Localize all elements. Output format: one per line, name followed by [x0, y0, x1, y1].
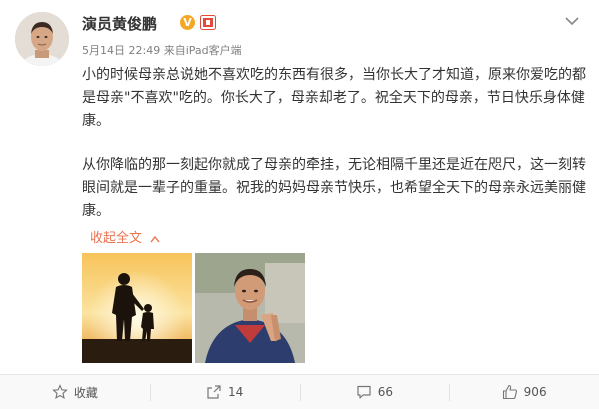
repost-count: 14 [227, 385, 244, 399]
collapse-label: 收起全文 [90, 231, 143, 246]
post-source[interactable]: iPad客户端 [186, 44, 242, 57]
post-image-1[interactable] [82, 253, 192, 363]
post-text: 小的时候母亲总说她不喜欢吃的东西有很多，当你长大了才知道，原来你爱吃的都是母亲"… [82, 64, 594, 223]
like-count: 906 [523, 385, 547, 399]
medal-icon[interactable] [200, 15, 216, 30]
thumbs-up-icon [502, 384, 517, 400]
post-meta: 5月14日 22:49 来自iPad客户端 [82, 42, 242, 58]
man-praying-photo-icon [195, 253, 305, 363]
author-avatar[interactable] [15, 12, 69, 66]
repost-button[interactable]: 14 [149, 375, 300, 409]
author-name[interactable]: 演员黄俊鹏 [82, 13, 157, 34]
source-prefix: 来自 [163, 44, 186, 57]
chevron-down-icon[interactable] [564, 14, 580, 28]
repost-icon [207, 385, 221, 399]
action-bar: 收藏 14 66 906 [0, 374, 599, 409]
favorite-label: 收藏 [73, 385, 98, 400]
chevron-up-icon [150, 235, 160, 242]
comment-button[interactable]: 66 [299, 375, 450, 409]
favorite-button[interactable]: 收藏 [0, 375, 150, 409]
post-paragraph: 从你降临的那一刻起你就成了母亲的牵挂，无论相隔千里还是近在咫尺，这一刻转眼间就是… [82, 157, 586, 219]
mother-child-sunset-icon [82, 253, 192, 363]
star-icon [52, 384, 68, 400]
like-button[interactable]: 906 [449, 375, 599, 409]
collapse-text-link[interactable]: 收起全文 [90, 227, 160, 246]
verified-badge-icon: V [180, 15, 195, 30]
comment-icon [357, 385, 371, 399]
post-paragraph: 小的时候母亲总说她不喜欢吃的东西有很多，当你长大了才知道，原来你爱吃的都是母亲"… [82, 67, 586, 129]
post-image-2[interactable] [195, 253, 305, 363]
post-time[interactable]: 5月14日 22:49 [82, 44, 160, 57]
comment-count: 66 [377, 385, 394, 399]
